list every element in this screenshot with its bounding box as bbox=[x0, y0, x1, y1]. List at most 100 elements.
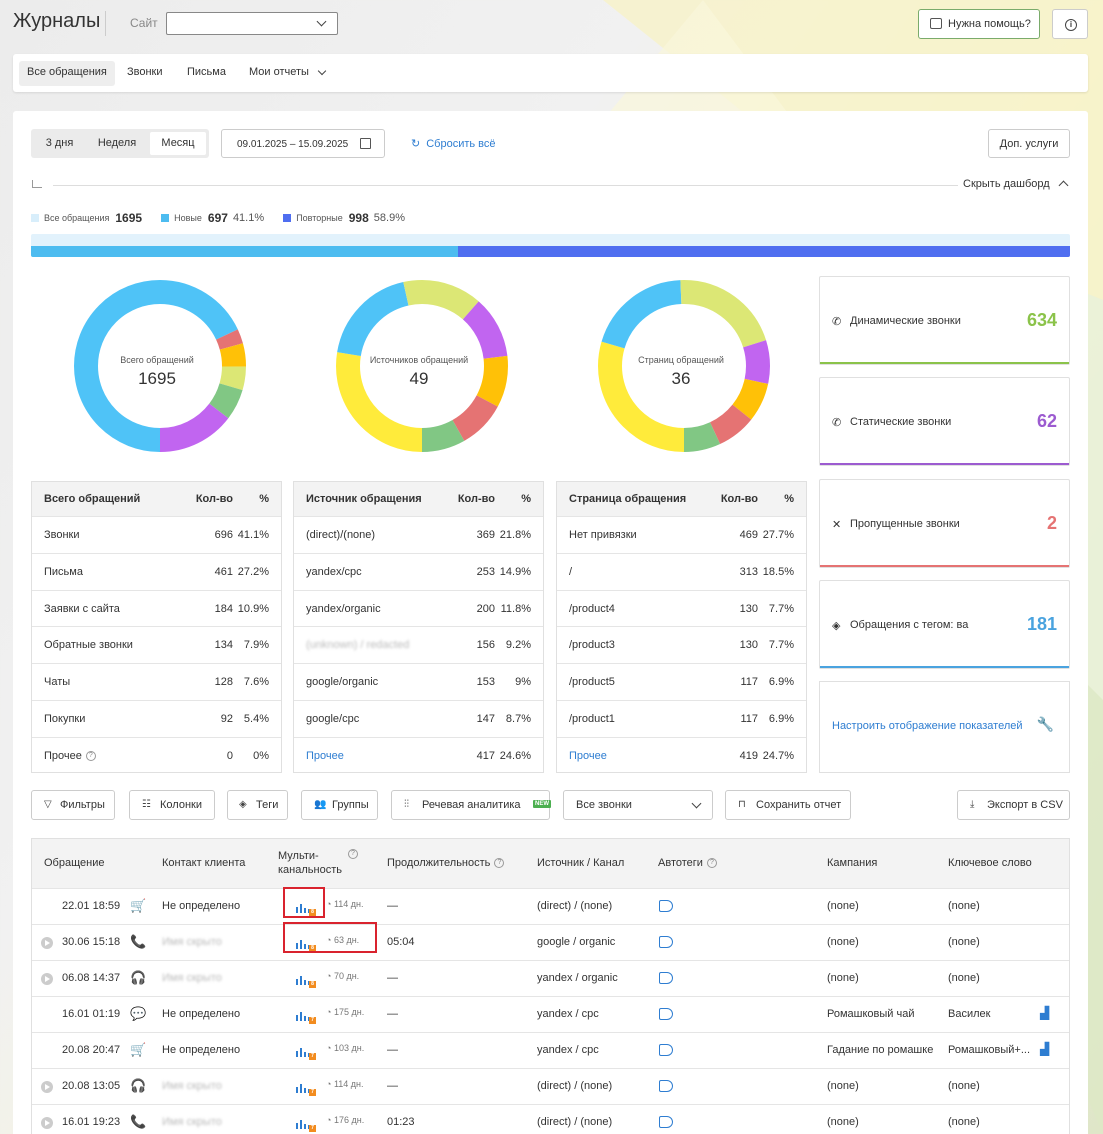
table-row[interactable]: 16.01 19:23 📞 Имя скрыто 7 ◔ 176 дн. 01:23 (di… bbox=[32, 1104, 1069, 1134]
table-cell-count: 117 bbox=[740, 712, 758, 725]
chat-icon bbox=[930, 18, 942, 29]
multichannel-icon[interactable]: 7 bbox=[296, 1115, 316, 1132]
tag-icon[interactable] bbox=[659, 936, 673, 951]
export-csv-button[interactable]: ⤓ Экспорт в CSV bbox=[957, 790, 1070, 820]
contact-redacted: Имя скрыто bbox=[162, 1080, 222, 1092]
table-row[interactable]: 20.08 20:47 🛒 Не определено 7 ◔ 103 дн. — yand… bbox=[32, 1032, 1069, 1068]
card-static-calls[interactable]: ✆ Статические звонки 62 bbox=[819, 377, 1070, 466]
table-row[interactable]: 16.01 01:19 💬 Не определено 7 ◔ 175 дн. — yand… bbox=[32, 996, 1069, 1032]
card-value: 62 bbox=[1036, 411, 1057, 431]
date-range-picker[interactable]: 09.01.2025 – 15.09.2025 bbox=[221, 129, 385, 158]
col-keyword[interactable]: Ключевое слово bbox=[948, 857, 1032, 869]
period-3-days[interactable]: 3 дня bbox=[34, 132, 85, 155]
card-missed-calls[interactable]: ✕ Пропущенные звонки 2 bbox=[819, 479, 1070, 568]
columns-button[interactable]: ☷ Колонки bbox=[129, 790, 215, 820]
other-link[interactable]: Прочее bbox=[306, 750, 344, 762]
multichannel-icon[interactable]: 7 bbox=[296, 1079, 316, 1096]
source-value: google / organic bbox=[537, 936, 616, 948]
appeal-datetime: 16.01 19:23 bbox=[62, 1116, 121, 1128]
multichannel-icon[interactable]: 7 bbox=[296, 1043, 316, 1060]
multichannel-count: 7 bbox=[309, 1089, 316, 1096]
save-report-button[interactable]: ⊓ Сохранить отчет bbox=[725, 790, 851, 820]
days-value: 103 дн. bbox=[333, 1043, 365, 1053]
help-icon[interactable]: ? bbox=[494, 858, 505, 869]
configure-metrics-card[interactable]: Настроить отображение показателей 🔧 bbox=[819, 681, 1070, 773]
help-icon[interactable]: ? bbox=[348, 849, 358, 859]
reset-all-link[interactable]: ↻ Сбросить всё bbox=[411, 137, 496, 150]
analytics-icon[interactable]: ▟ bbox=[1040, 1006, 1049, 1020]
info-button[interactable]: i bbox=[1052, 9, 1088, 39]
keyword-value: (none) bbox=[948, 1080, 980, 1092]
configure-metrics-link[interactable]: Настроить отображение показателей bbox=[832, 720, 1023, 732]
col-appeal[interactable]: Обращение bbox=[44, 857, 104, 869]
col-source[interactable]: Источник / Канал bbox=[537, 857, 624, 869]
col-contact[interactable]: Контакт клиента bbox=[162, 857, 245, 869]
hide-dashboard-toggle[interactable]: Скрыть дашборд bbox=[963, 178, 1069, 191]
tag-icon[interactable] bbox=[659, 1116, 673, 1131]
wrench-icon: 🔧 bbox=[1036, 716, 1054, 732]
table-cell-name: Прочее? bbox=[44, 750, 96, 762]
donut-pages-value: 36 bbox=[671, 369, 691, 388]
appeals-table: Обращение Контакт клиента Мульти-канальн… bbox=[31, 838, 1070, 1134]
tab-calls[interactable]: Звонки bbox=[119, 61, 171, 86]
help-icon[interactable]: ? bbox=[85, 750, 96, 761]
additional-services-button[interactable]: Доп. услуги bbox=[988, 129, 1070, 158]
tags-button[interactable]: ◈ Теги bbox=[227, 790, 288, 820]
table-header: Всего обращений Кол-во% bbox=[32, 482, 281, 516]
new-vs-repeat-bar bbox=[31, 234, 1070, 257]
date-range-value: 09.01.2025 – 15.09.2025 bbox=[237, 139, 349, 150]
card-underline bbox=[820, 565, 1069, 567]
period-month[interactable]: Месяц bbox=[150, 132, 206, 155]
help-button[interactable]: Нужна помощь? bbox=[918, 9, 1040, 39]
col-multichannel[interactable]: Мульти-канальность bbox=[278, 849, 342, 877]
calls-select[interactable]: Все звонки bbox=[563, 790, 713, 820]
tag-icon[interactable] bbox=[659, 1080, 673, 1095]
tab-all-appeals[interactable]: Все обращения bbox=[19, 61, 115, 86]
clock-icon: ◔ bbox=[326, 1115, 332, 1125]
keyword-value: (none) bbox=[948, 972, 980, 984]
col-multichannel-line2: канальность bbox=[278, 864, 342, 876]
table-cell-pct: 9.2% bbox=[505, 639, 531, 652]
tag-icon[interactable] bbox=[659, 1044, 673, 1059]
table-cell-count: 153 bbox=[476, 676, 495, 689]
col-campaign[interactable]: Кампания bbox=[827, 857, 877, 869]
multichannel-icon[interactable]: 8 bbox=[296, 971, 316, 988]
days-value: 114 дн. bbox=[333, 1079, 364, 1089]
col-autotags[interactable]: Автотеги? bbox=[658, 857, 717, 869]
card-tagged-appeals[interactable]: ◈ Обращения с тегом: ва 181 bbox=[819, 580, 1070, 669]
card-dynamic-calls[interactable]: ✆ Динамические звонки 634 bbox=[819, 276, 1070, 365]
speech-analytics-button[interactable]: ⫶⫶ Речевая аналитика NEW bbox=[391, 790, 551, 820]
tag-icon[interactable] bbox=[659, 900, 673, 915]
contact-name[interactable]: Не определено bbox=[162, 1008, 240, 1020]
tag-icon[interactable] bbox=[659, 972, 673, 987]
tab-my-reports[interactable]: Мои отчеты bbox=[241, 61, 331, 86]
multichannel-icon[interactable]: 7 bbox=[296, 1007, 316, 1024]
analytics-icon[interactable]: ▟ bbox=[1040, 1042, 1049, 1056]
tag-icon[interactable] bbox=[659, 1008, 673, 1023]
keyword-value: (none) bbox=[948, 936, 980, 948]
keyword-value: Ромашковый+... bbox=[948, 1044, 1031, 1056]
play-button[interactable] bbox=[41, 937, 53, 952]
hide-dashboard-label: Скрыть дашборд bbox=[963, 178, 1050, 190]
play-button[interactable] bbox=[41, 973, 53, 988]
filters-button[interactable]: ▽ Фильтры bbox=[31, 790, 115, 820]
tab-letters[interactable]: Письма bbox=[179, 61, 234, 86]
campaign-value: (none) bbox=[827, 972, 859, 984]
table-row[interactable]: 30.06 15:18 📞 Имя скрыто 8 ◔ 63 дн. 05:04 goog… bbox=[32, 924, 1069, 960]
contact-redacted: Имя скрыто bbox=[162, 1116, 222, 1128]
table-row[interactable]: 22.01 18:59 🛒 Не определено 8 ◔ 114 дн. — (dir… bbox=[32, 888, 1069, 924]
play-button[interactable] bbox=[41, 1117, 53, 1132]
contact-name[interactable]: Не определено bbox=[162, 1044, 240, 1056]
other-link[interactable]: Прочее bbox=[569, 750, 607, 762]
table-row[interactable]: 20.08 13:05 🎧 Имя скрыто 7 ◔ 114 дн. — (direct… bbox=[32, 1068, 1069, 1104]
groups-button[interactable]: 👥 Группы bbox=[301, 790, 378, 820]
site-select[interactable] bbox=[166, 12, 338, 35]
table-cell-count: 253 bbox=[476, 565, 495, 578]
period-week[interactable]: Неделя bbox=[87, 132, 147, 155]
play-button[interactable] bbox=[41, 1081, 53, 1096]
col-duration[interactable]: Продолжительность? bbox=[387, 857, 505, 869]
table-row[interactable]: 06.08 14:37 🎧 Имя скрыто 8 ◔ 70 дн. — yandex /… bbox=[32, 960, 1069, 996]
table-row: / 313 18.5% bbox=[557, 552, 806, 590]
contact-name[interactable]: Не определено bbox=[162, 900, 240, 912]
help-icon[interactable]: ? bbox=[706, 858, 717, 869]
